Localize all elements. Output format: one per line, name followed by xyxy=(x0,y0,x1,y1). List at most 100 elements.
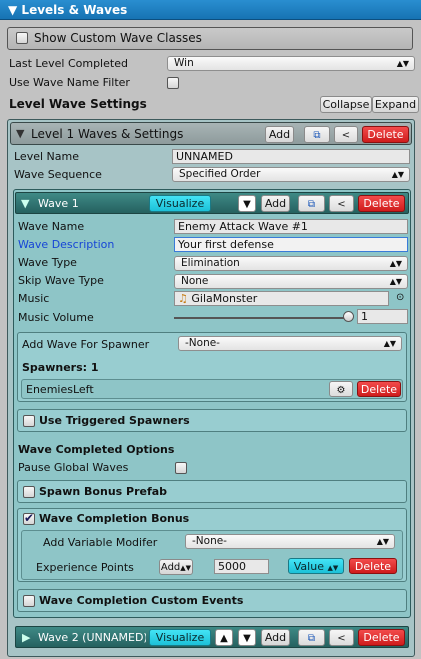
dropdown-arrow-icon: ▲▼ xyxy=(180,564,192,572)
music-value: GilaMonster xyxy=(191,292,258,305)
wave-completion-custom-events-row: Wave Completion Custom Events xyxy=(17,589,407,612)
add-variable-modifer-value: -None- xyxy=(192,535,227,547)
add-variable-modifer-label: Add Variable Modifer xyxy=(43,536,158,549)
add-wave-for-spawner-value: -None- xyxy=(185,337,220,349)
level-1-header[interactable]: ▼ Level 1 Waves & Settings Add ⧉ < Delet… xyxy=(10,122,412,145)
bonus-delete-button[interactable]: Delete xyxy=(349,558,397,574)
show-custom-wave-classes-label: Show Custom Wave Classes xyxy=(34,31,202,45)
level-wave-settings-title: Level Wave Settings xyxy=(9,97,147,111)
spawn-bonus-prefab-checkbox[interactable] xyxy=(23,486,35,498)
use-wave-name-filter-label: Use Wave Name Filter xyxy=(9,76,130,89)
object-picker-icon[interactable]: ⊙ xyxy=(396,292,404,303)
share-icon[interactable]: < xyxy=(329,195,354,212)
wave-1-visualize-button[interactable]: Visualize xyxy=(149,195,211,212)
use-wave-name-filter-checkbox[interactable] xyxy=(167,77,179,89)
spawners-count: Spawners: 1 xyxy=(22,361,99,374)
wave-1-add-button[interactable]: Add xyxy=(261,195,290,212)
move-down-icon[interactable]: ▼ xyxy=(238,195,256,212)
value-dropdown-label: Value xyxy=(293,560,324,573)
wave-sequence-dropdown[interactable]: Specified Order ▲▼ xyxy=(172,167,410,182)
wave-1-header[interactable]: ▼ Wave 1 Visualize ▼ Add ⧉ < Delete xyxy=(15,192,409,214)
wave-completed-options-title: Wave Completed Options xyxy=(18,443,175,456)
wave-completion-bonus-label: Wave Completion Bonus xyxy=(39,512,190,525)
share-icon[interactable]: < xyxy=(329,629,354,646)
wave-1-title: Wave 1 xyxy=(38,197,79,210)
share-icon[interactable]: < xyxy=(334,126,358,143)
expand-triangle-icon: ▶ xyxy=(22,631,31,644)
wave-name-label: Wave Name xyxy=(18,220,85,233)
level-1-title: Level 1 Waves & Settings xyxy=(31,127,184,141)
wave-description-input[interactable]: Your first defense xyxy=(174,237,408,252)
use-triggered-spawners-label: Use Triggered Spawners xyxy=(39,414,190,427)
header-title: Levels & Waves xyxy=(21,3,128,17)
skip-wave-type-dropdown[interactable]: None ▲▼ xyxy=(174,274,408,289)
music-volume-label: Music Volume xyxy=(18,311,94,324)
wave-completion-custom-events-checkbox[interactable] xyxy=(23,595,35,607)
show-custom-wave-classes-row: Show Custom Wave Classes xyxy=(7,27,413,50)
show-custom-wave-classes-checkbox[interactable] xyxy=(16,32,28,44)
collapse-button[interactable]: Collapse xyxy=(320,96,372,113)
dropdown-arrow-icon: ▲▼ xyxy=(396,59,409,68)
collapse-triangle-icon: ▼ xyxy=(16,127,25,140)
pause-global-waves-label: Pause Global Waves xyxy=(18,461,129,474)
level-1-delete-button[interactable]: Delete xyxy=(362,126,409,143)
music-field[interactable]: ♫ GilaMonster xyxy=(174,291,389,306)
wave-name-input[interactable]: Enemy Attack Wave #1 xyxy=(174,219,408,234)
wave-description-label: Wave Description xyxy=(18,238,115,251)
dropdown-arrow-icon: ▲▼ xyxy=(391,170,404,179)
wave-2-delete-button[interactable]: Delete xyxy=(358,629,405,646)
experience-add-button[interactable]: Add▲▼ xyxy=(159,559,193,575)
wave-2-visualize-button[interactable]: Visualize xyxy=(149,629,211,646)
spawn-bonus-prefab-label: Spawn Bonus Prefab xyxy=(39,485,168,498)
wave-completion-custom-events-label: Wave Completion Custom Events xyxy=(39,594,244,607)
move-up-icon[interactable]: ▲ xyxy=(215,629,233,646)
level-1-add-button[interactable]: Add xyxy=(265,126,294,143)
dropdown-arrow-icon: ▲▼ xyxy=(383,339,396,348)
dropdown-arrow-icon: ▲▼ xyxy=(327,564,339,572)
wave-sequence-label: Wave Sequence xyxy=(14,168,102,181)
wave-2-title: Wave 2 (UNNAMED) xyxy=(38,631,146,644)
dropdown-arrow-icon: ▲▼ xyxy=(389,277,402,286)
copy-icon[interactable]: ⧉ xyxy=(298,195,325,212)
last-level-completed-label: Last Level Completed xyxy=(9,57,128,70)
collapse-triangle-icon: ▼ xyxy=(8,3,18,17)
level-name-input[interactable]: UNNAMED xyxy=(172,149,410,164)
value-dropdown[interactable]: Value ▲▼ xyxy=(288,558,344,574)
wave-type-dropdown[interactable]: Elimination ▲▼ xyxy=(174,256,408,271)
add-wave-for-spawner-label: Add Wave For Spawner xyxy=(22,338,150,351)
spawner-delete-button[interactable]: Delete xyxy=(357,381,401,397)
wave-sequence-value: Specified Order xyxy=(179,168,261,180)
wave-type-value: Elimination xyxy=(181,257,240,269)
pause-global-waves-checkbox[interactable] xyxy=(175,462,187,474)
experience-points-label: Experience Points xyxy=(36,561,134,574)
copy-icon[interactable]: ⧉ xyxy=(304,126,330,143)
last-level-completed-value: Win xyxy=(174,57,194,69)
add-wave-for-spawner-dropdown[interactable]: -None- ▲▼ xyxy=(178,336,402,351)
copy-icon[interactable]: ⧉ xyxy=(298,629,325,646)
experience-add-label: Add xyxy=(160,562,181,573)
last-level-completed-dropdown[interactable]: Win ▲▼ xyxy=(167,56,415,71)
wave-2-header[interactable]: ▶ Wave 2 (UNNAMED) Visualize ▲ ▼ Add ⧉ <… xyxy=(15,626,409,648)
experience-points-input[interactable]: 5000 xyxy=(214,559,269,574)
skip-wave-type-value: None xyxy=(181,275,209,287)
level-name-label: Level Name xyxy=(14,150,79,163)
spawner-name: EnemiesLeft xyxy=(26,383,94,396)
add-variable-modifer-dropdown[interactable]: -None- ▲▼ xyxy=(185,534,395,549)
spawner-box: Add Wave For Spawner -None- ▲▼ Spawners:… xyxy=(17,332,407,402)
dropdown-arrow-icon: ▲▼ xyxy=(376,537,389,546)
use-triggered-spawners-checkbox[interactable] xyxy=(23,415,35,427)
dropdown-arrow-icon: ▲▼ xyxy=(389,259,402,268)
music-volume-slider-thumb[interactable] xyxy=(343,311,354,322)
wave-2-add-button[interactable]: Add xyxy=(261,629,290,646)
wave-completion-bonus-checkbox[interactable] xyxy=(23,511,35,525)
wave-1-delete-button[interactable]: Delete xyxy=(358,195,405,212)
levels-waves-header[interactable]: ▼ Levels & Waves xyxy=(0,0,421,20)
audio-clip-icon: ♫ xyxy=(178,292,188,305)
wave-completion-bonus-box: Wave Completion Bonus Add Variable Modif… xyxy=(17,508,407,582)
music-volume-input[interactable]: 1 xyxy=(357,309,408,324)
gear-icon[interactable]: ⚙ xyxy=(329,381,353,397)
music-volume-slider-track[interactable] xyxy=(174,317,350,319)
expand-button[interactable]: Expand xyxy=(372,96,419,113)
use-triggered-spawners-row: Use Triggered Spawners xyxy=(17,409,407,432)
move-down-icon[interactable]: ▼ xyxy=(238,629,256,646)
